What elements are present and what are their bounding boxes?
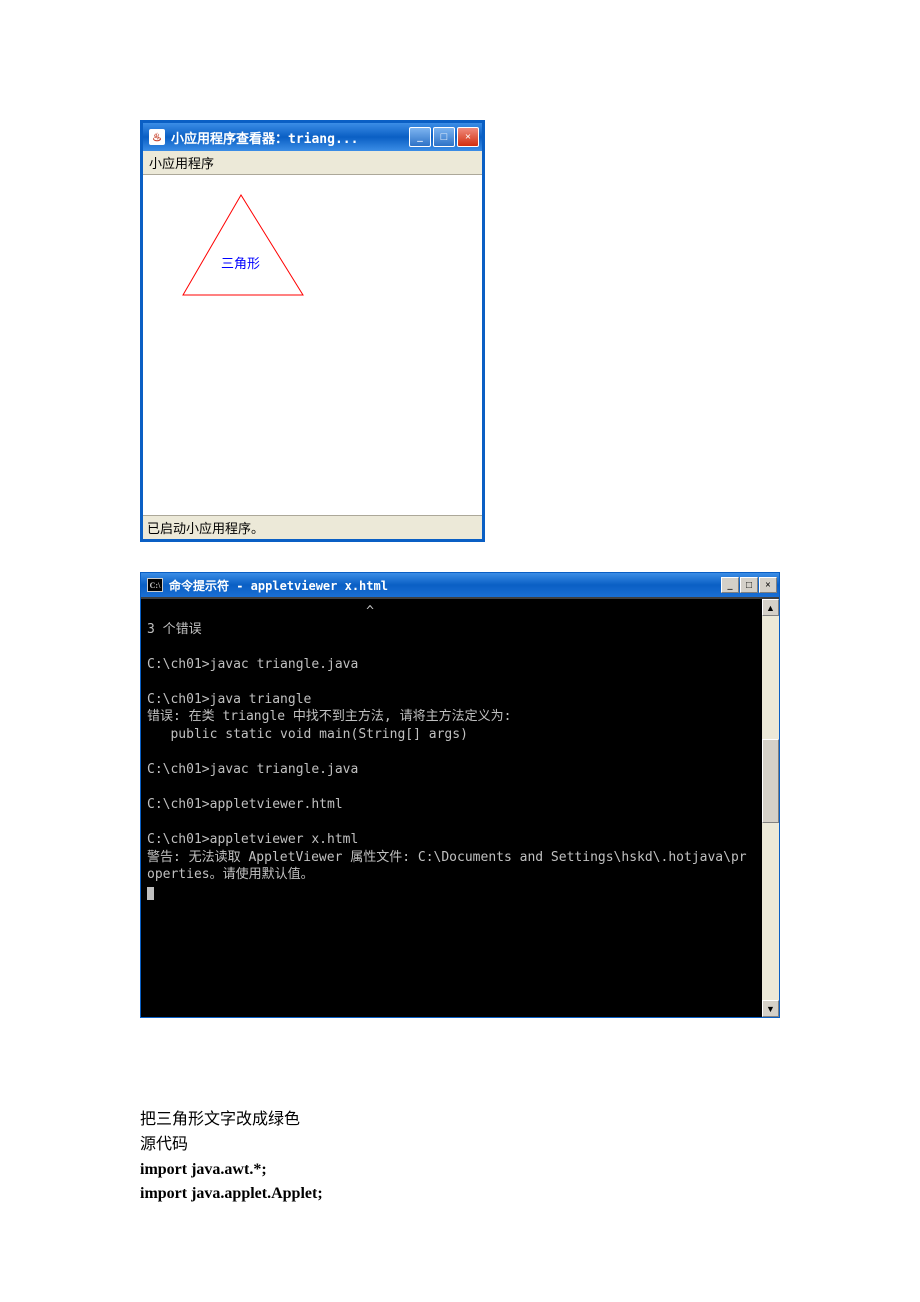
cmd-titlebar[interactable]: C:\ 命令提示符 - appletviewer x.html _ □ × (141, 573, 779, 597)
cmd-output[interactable]: ^ 3 个错误 C:\ch01>javac triangle.java C:\c… (141, 597, 762, 1017)
applet-canvas: 三角形 (143, 175, 482, 515)
cmd-body: ^ 3 个错误 C:\ch01>javac triangle.java C:\c… (141, 597, 779, 1017)
code-line-2: import java.applet.Applet; (140, 1182, 920, 1207)
triangle-label: 三角形 (221, 253, 260, 272)
applet-viewer-window: ♨ 小应用程序查看器：triang... _ □ × 小应用程序 三角形 已启动… (140, 120, 485, 542)
window-controls: _ □ × (409, 127, 479, 147)
scrollbar-track[interactable] (762, 616, 779, 1000)
status-text: 已启动小应用程序。 (147, 521, 264, 536)
doc-line-1: 把三角形文字改成绿色 (140, 1108, 920, 1133)
scrollbar-thumb[interactable] (762, 739, 779, 823)
applet-menubar: 小应用程序 (143, 151, 482, 175)
applet-titlebar[interactable]: ♨ 小应用程序查看器：triang... _ □ × (143, 123, 482, 151)
document-text: 把三角形文字改成绿色 源代码 import java.awt.*; import… (140, 1108, 920, 1207)
cmd-icon: C:\ (147, 578, 163, 592)
triangle-shape (173, 190, 313, 300)
close-button[interactable]: × (457, 127, 479, 147)
code-line-1: import java.awt.*; (140, 1158, 920, 1183)
applet-title: 小应用程序查看器：triang... (171, 128, 409, 147)
cmd-text: ^ 3 个错误 C:\ch01>javac triangle.java C:\c… (147, 604, 747, 882)
java-icon: ♨ (149, 129, 165, 145)
minimize-button[interactable]: _ (409, 127, 431, 147)
cmd-title: 命令提示符 - appletviewer x.html (169, 577, 720, 594)
applet-menu-item[interactable]: 小应用程序 (149, 156, 214, 171)
scroll-down-button[interactable]: ▼ (762, 1000, 779, 1017)
cmd-window-controls: _ □ × (720, 577, 777, 593)
applet-statusbar: 已启动小应用程序。 (143, 515, 482, 539)
cmd-close-button[interactable]: × (759, 577, 777, 593)
cmd-minimize-button[interactable]: _ (721, 577, 739, 593)
scroll-up-button[interactable]: ▲ (762, 599, 779, 616)
cmd-cursor (147, 887, 154, 900)
doc-line-2: 源代码 (140, 1133, 920, 1158)
cmd-scrollbar[interactable]: ▲ ▼ (762, 597, 779, 1017)
command-prompt-window: C:\ 命令提示符 - appletviewer x.html _ □ × ^ … (140, 572, 780, 1018)
maximize-button[interactable]: □ (433, 127, 455, 147)
cmd-maximize-button[interactable]: □ (740, 577, 758, 593)
